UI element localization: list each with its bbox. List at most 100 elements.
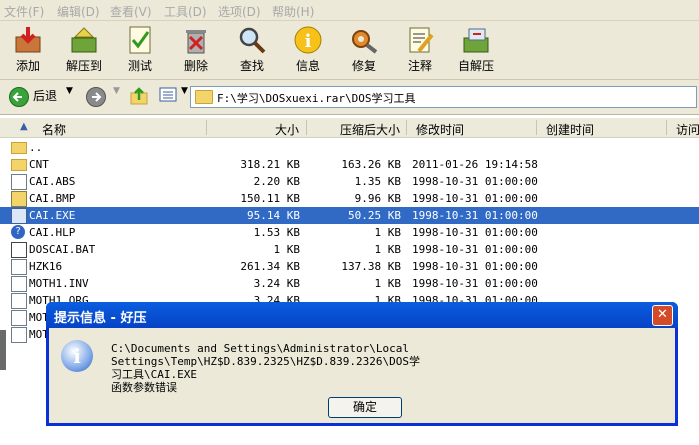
file-name: .. (29, 141, 43, 154)
column-size[interactable]: 大小 (275, 121, 299, 138)
find-button[interactable]: 查找 (226, 23, 278, 77)
file-row[interactable]: DOSCAI.BAT 1 KB 1 KB 1998-10-31 01:00:00 (0, 241, 699, 258)
file-packed-size: 1 KB (374, 277, 402, 290)
comment-label: 注释 (407, 59, 432, 73)
file-size: 150.11 KB (240, 192, 300, 205)
file-name: CAI.BMP (29, 192, 76, 205)
file-row[interactable]: CAI.BMP 150.11 KB 9.96 KB 1998-10-31 01:00:… (0, 190, 699, 207)
folder-icon (11, 159, 27, 171)
file-name: HZK16 (29, 260, 63, 273)
file-name: DOSCAI.BAT (29, 243, 96, 256)
file-packed-size: 1.35 KB (354, 175, 401, 188)
file-name: CAI.ABS (29, 175, 76, 188)
add-label: 添加 (15, 59, 40, 73)
extract-label: 解压到 (65, 59, 102, 73)
extract-button[interactable]: 解压到 (58, 23, 110, 77)
view-mode-icon[interactable] (159, 86, 179, 104)
file-row[interactable]: .. (0, 139, 699, 156)
file-name: CAI.EXE (29, 209, 76, 222)
file-name: CAI.HLP (29, 226, 76, 239)
hlp-icon: ? (11, 225, 25, 239)
file-modified: 1998-10-31 01:00:00 (412, 209, 538, 222)
back-label[interactable]: 后退 (33, 87, 57, 104)
column-packed-size[interactable]: 压缩后大小 (340, 121, 400, 138)
column-name[interactable]: 名称 (42, 121, 66, 138)
ok-button[interactable]: 确定 (328, 397, 402, 418)
test-button[interactable]: 测试 (114, 23, 166, 77)
back-button[interactable] (9, 87, 29, 107)
info-icon: i (61, 340, 93, 372)
menu-edit[interactable]: 编辑(D) (57, 3, 100, 20)
file-row[interactable]: ? CAI.HLP 1.53 KB 1 KB 1998-10-31 01:00:00 (0, 224, 699, 241)
file-size: 318.21 KB (240, 158, 300, 171)
menu-help[interactable]: 帮助(H) (272, 3, 314, 20)
info-label: 信息 (295, 59, 320, 73)
file-modified: 1998-10-31 01:00:00 (412, 226, 538, 239)
sfx-label: 自解压 (457, 59, 494, 73)
forward-dropdown-icon[interactable]: ▼ (113, 86, 120, 96)
file-row[interactable]: CAI.EXE 95.14 KB 50.25 KB 1998-10-31 01:00:… (0, 207, 699, 224)
file-packed-size: 1 KB (374, 243, 402, 256)
delete-label: 删除 (183, 59, 208, 73)
exe-icon (11, 208, 27, 224)
folder-icon (11, 142, 27, 154)
column-divider (306, 120, 307, 135)
file-modified: 1998-10-31 01:00:00 (412, 192, 538, 205)
column-divider (666, 120, 667, 135)
repair-button[interactable]: 修复 (338, 23, 390, 77)
column-divider (206, 120, 207, 135)
folder-icon (195, 90, 213, 104)
file-row[interactable]: HZK16 261.34 KB 137.38 KB 1998-10-31 01:00:… (0, 258, 699, 275)
menu-options[interactable]: 选项(D) (218, 3, 261, 20)
menu-file[interactable]: 文件(F) (4, 3, 44, 20)
column-divider (536, 120, 537, 135)
delete-button[interactable]: 删除 (170, 23, 222, 77)
forward-button[interactable] (86, 87, 106, 107)
file-size: 3.24 KB (253, 277, 300, 290)
comment-button[interactable]: 注释 (394, 23, 446, 77)
repair-icon (352, 30, 378, 54)
column-header-row: ▲ 名称 大小 压缩后大小 修改时间 创建时间 访问 (0, 118, 699, 138)
menu-bar: 文件(F) 编辑(D) 查看(V) 工具(D) 选项(D) 帮助(H) (0, 0, 699, 21)
address-path: F:\学习\DOSxuexi.rar\DOS学习工具 (217, 92, 416, 105)
dialog-message: C:\Documents and Settings\Administrator\… (111, 342, 659, 394)
column-divider (406, 120, 407, 135)
column-accessed[interactable]: 访问 (676, 121, 699, 138)
file-packed-size: 50.25 KB (348, 209, 401, 222)
message-line: C:\Documents and Settings\Administrator\… (111, 342, 421, 368)
address-field[interactable]: F:\学习\DOSxuexi.rar\DOS学习工具 (190, 86, 697, 108)
file-size: 261.34 KB (240, 260, 300, 273)
message-line: 习工具\CAI.EXE (111, 368, 197, 381)
file-icon (11, 293, 27, 309)
back-arrow-icon (12, 92, 22, 102)
extract-icon (71, 27, 97, 53)
info-button[interactable]: i 信息 (282, 23, 334, 77)
close-icon[interactable]: ✕ (652, 305, 673, 326)
file-modified: 2011-01-26 19:14:58 (412, 158, 538, 171)
find-label: 查找 (239, 59, 264, 73)
view-dropdown-icon[interactable]: ▼ (181, 86, 188, 96)
menu-view[interactable]: 查看(V) (110, 3, 152, 20)
bmp-icon (11, 191, 27, 207)
menu-tools[interactable]: 工具(D) (164, 3, 207, 20)
sfx-button[interactable]: 自解压 (450, 23, 502, 77)
file-size: 1.53 KB (253, 226, 300, 239)
back-dropdown-icon[interactable]: ▼ (66, 86, 73, 96)
delete-icon (186, 30, 206, 54)
add-button[interactable]: 添加 (2, 23, 54, 77)
sort-arrow-icon: ▲ (20, 121, 28, 132)
splitter-handle[interactable] (0, 330, 6, 370)
comment-icon (409, 27, 434, 53)
test-icon (129, 26, 151, 54)
column-modified[interactable]: 修改时间 (416, 121, 464, 138)
dialog-title-bar[interactable]: 提示信息 - 好压 ✕ (46, 302, 678, 328)
file-row[interactable]: CNT 318.21 KB 163.26 KB 2011-01-26 19:14:58 (0, 156, 699, 173)
up-folder-icon[interactable] (130, 86, 148, 106)
file-modified: 1998-10-31 01:00:00 (412, 175, 538, 188)
file-row[interactable]: CAI.ABS 2.20 KB 1.35 KB 1998-10-31 01:00:00 (0, 173, 699, 190)
file-row[interactable]: MOTH1.INV 3.24 KB 1 KB 1998-10-31 01:00:00 (0, 275, 699, 292)
message-dialog: 提示信息 - 好压 ✕ i C:\Documents and Settings\… (46, 302, 678, 426)
column-created[interactable]: 创建时间 (546, 121, 594, 138)
svg-text:i: i (305, 31, 312, 52)
file-packed-size: 9.96 KB (354, 192, 401, 205)
